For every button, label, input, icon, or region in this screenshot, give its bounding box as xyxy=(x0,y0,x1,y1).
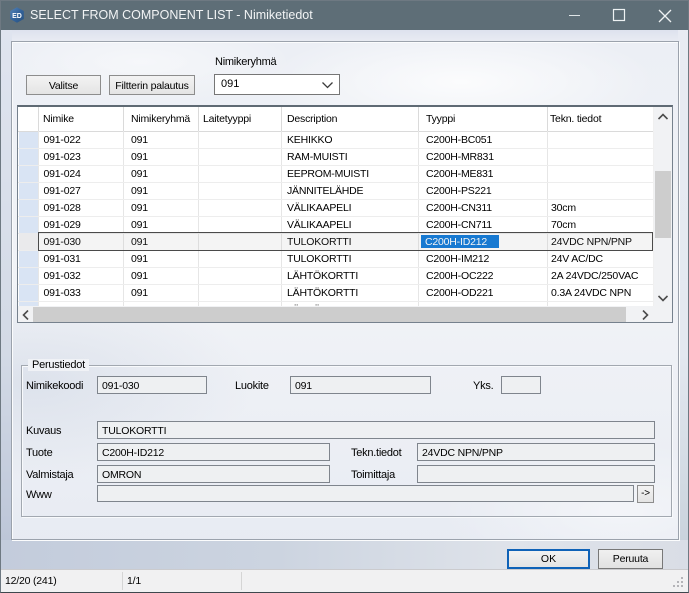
svg-text:ED: ED xyxy=(12,13,22,20)
